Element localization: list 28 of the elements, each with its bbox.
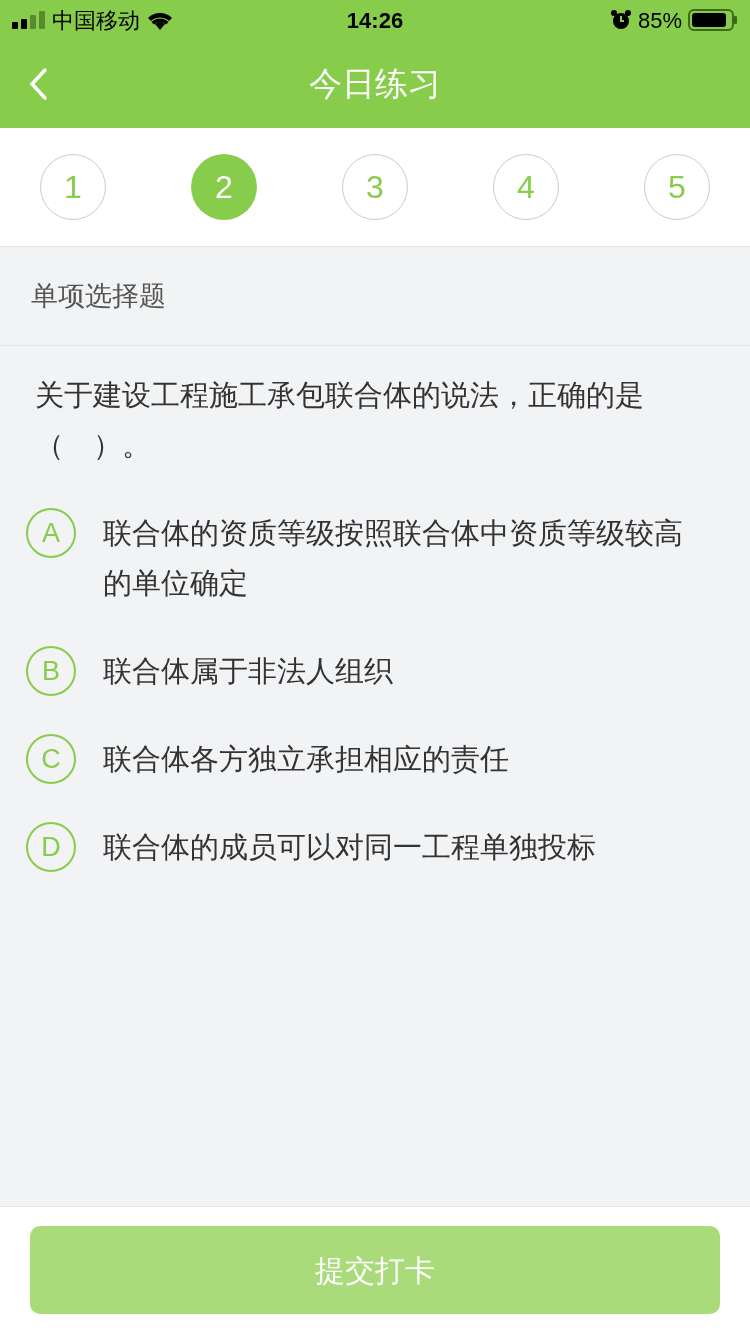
option-text: 联合体属于非法人组织: [103, 654, 394, 689]
signal-icon: [12, 11, 46, 29]
option-letter: B: [26, 646, 76, 696]
question-step[interactable]: 4: [493, 154, 559, 220]
question-step[interactable]: 5: [644, 154, 710, 220]
back-chevron-icon: [28, 67, 48, 101]
option-text: 联合体的成员可以对同一工程单独投标: [103, 830, 597, 865]
battery-icon: [688, 9, 738, 31]
status-time: 14:26: [346, 6, 404, 35]
battery-percent: 85%: [637, 6, 682, 35]
option-text: 联合体各方独立承担相应的责任: [103, 742, 510, 777]
question-step[interactable]: 2: [191, 154, 257, 220]
section-label: 单项选择题: [31, 279, 166, 313]
option-letter: D: [26, 822, 76, 872]
option-text: 联合体的资质等级按照联合体中资质等级较高的单位确定: [103, 516, 684, 601]
option-letter: A: [26, 508, 76, 558]
alarm-icon: [609, 9, 632, 31]
question-step[interactable]: 3: [342, 154, 408, 220]
question-text: 关于建设工程施工承包联合体的说法，正确的是（ ）。: [35, 378, 645, 463]
carrier-name: 中国移动: [52, 6, 140, 35]
answer-option[interactable]: D 联合体的成员可以对同一工程单独投标: [26, 822, 724, 872]
answer-option[interactable]: C 联合体各方独立承担相应的责任: [26, 734, 724, 784]
page-title: 今日练习: [309, 64, 441, 105]
option-letter: C: [26, 734, 76, 784]
answer-option[interactable]: B 联合体属于非法人组织: [26, 646, 724, 696]
question-step[interactable]: 1: [40, 154, 106, 220]
answer-option[interactable]: A 联合体的资质等级按照联合体中资质等级较高的单位确定: [26, 508, 724, 608]
wifi-icon: [146, 10, 174, 30]
